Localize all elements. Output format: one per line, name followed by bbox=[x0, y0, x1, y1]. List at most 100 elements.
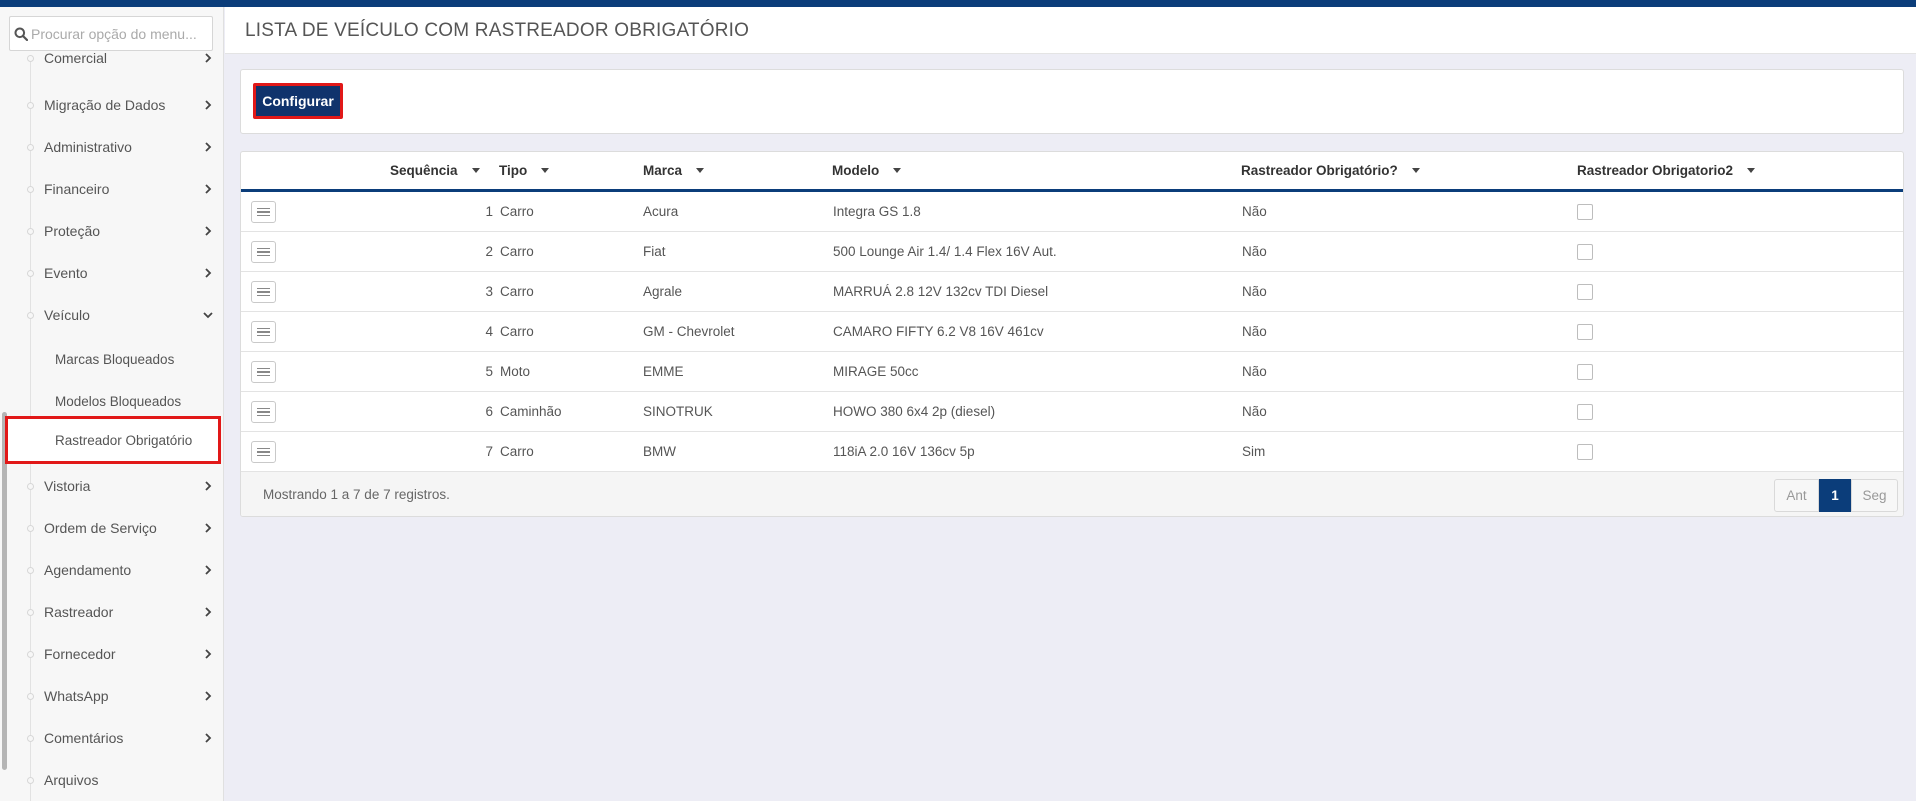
sidebar-item-comercial[interactable]: Comercial bbox=[0, 46, 223, 70]
cell-marca: EMME bbox=[643, 364, 684, 379]
chevron-right-icon bbox=[202, 225, 214, 237]
sidebar-item-comentarios[interactable]: Comentários bbox=[0, 717, 223, 759]
sidebar-item-arquivos[interactable]: Arquivos bbox=[0, 759, 223, 801]
page-1-button[interactable]: 1 bbox=[1819, 479, 1851, 512]
cell-sequencia: 1 bbox=[485, 204, 493, 219]
chevron-right-icon bbox=[202, 606, 214, 618]
col-rastreador-obrigatorio2[interactable]: Rastreador Obrigatorio2 bbox=[1577, 163, 1756, 178]
cell-marca: BMW bbox=[643, 444, 676, 459]
sidebar-item-rastreador[interactable]: Rastreador bbox=[0, 591, 223, 633]
col-label: Modelo bbox=[832, 163, 880, 178]
col-sequencia[interactable]: Sequência bbox=[390, 163, 480, 178]
row-menu-icon[interactable] bbox=[251, 401, 276, 423]
obrigatorio2-checkbox[interactable] bbox=[1577, 364, 1593, 380]
chevron-right-icon bbox=[202, 732, 214, 744]
sidebar-item-label: Administrativo bbox=[44, 139, 132, 155]
row-menu-icon[interactable] bbox=[251, 441, 276, 463]
sidebar-item-label: Comentários bbox=[44, 730, 124, 746]
sort-caret-icon bbox=[696, 168, 705, 173]
chevron-right-icon bbox=[202, 648, 214, 660]
tree-dot bbox=[27, 185, 34, 193]
sidebar-item-ordem-de-servico[interactable]: Ordem de Serviço bbox=[0, 507, 223, 549]
sidebar-item-evento[interactable]: Evento bbox=[0, 252, 223, 294]
col-modelo[interactable]: Modelo bbox=[832, 163, 902, 178]
sidebar-subitem-marcas-bloqueados[interactable]: Marcas Bloqueados bbox=[0, 339, 223, 379]
tree-dot bbox=[27, 776, 34, 784]
obrigatorio2-checkbox[interactable] bbox=[1577, 324, 1593, 340]
cell-sequencia: 3 bbox=[485, 284, 493, 299]
cell-marca: Fiat bbox=[643, 244, 666, 259]
tree-dot bbox=[27, 227, 34, 235]
tree-dot bbox=[27, 566, 34, 574]
toolbar-card: Configurar bbox=[240, 69, 1904, 134]
chevron-right-icon bbox=[202, 564, 214, 576]
chevron-right-icon bbox=[202, 183, 214, 195]
tree-dot bbox=[27, 54, 34, 62]
table-row: 2 Carro Fiat 500 Lounge Air 1.4/ 1.4 Fle… bbox=[241, 232, 1903, 272]
tree-dot bbox=[27, 650, 34, 658]
sidebar-item-protecao[interactable]: Proteção bbox=[0, 210, 223, 252]
sidebar-item-migracao[interactable]: Migração de Dados bbox=[0, 84, 223, 126]
cell-sequencia: 7 bbox=[485, 444, 493, 459]
cell-sequencia: 2 bbox=[485, 244, 493, 259]
sidebar-item-vistoria[interactable]: Vistoria bbox=[0, 465, 223, 507]
cell-tipo: Carro bbox=[500, 324, 534, 339]
sidebar-item-agendamento[interactable]: Agendamento bbox=[0, 549, 223, 591]
obrigatorio2-checkbox[interactable] bbox=[1577, 404, 1593, 420]
sidebar-item-label: WhatsApp bbox=[44, 688, 109, 704]
col-marca[interactable]: Marca bbox=[643, 163, 705, 178]
sidebar-item-veiculo[interactable]: Veículo bbox=[0, 294, 223, 336]
tree-dot bbox=[27, 101, 34, 109]
sidebar-item-label: Vistoria bbox=[44, 478, 91, 494]
cell-marca: SINOTRUK bbox=[643, 404, 713, 419]
col-tipo[interactable]: Tipo bbox=[499, 163, 550, 178]
page-title: LISTA DE VEÍCULO COM RASTREADOR OBRIGATÓ… bbox=[245, 20, 750, 41]
row-menu-icon[interactable] bbox=[251, 321, 276, 343]
row-menu-icon[interactable] bbox=[251, 281, 276, 303]
obrigatorio2-checkbox[interactable] bbox=[1577, 204, 1593, 220]
table-row: 1 Carro Acura Integra GS 1.8 Não bbox=[241, 192, 1903, 232]
obrigatorio2-checkbox[interactable] bbox=[1577, 284, 1593, 300]
row-menu-icon[interactable] bbox=[251, 201, 276, 223]
page-header: LISTA DE VEÍCULO COM RASTREADOR OBRIGATÓ… bbox=[225, 7, 1916, 54]
tree-dot bbox=[27, 311, 34, 319]
sort-caret-icon bbox=[893, 168, 902, 173]
col-label: Rastreador Obrigatório? bbox=[1241, 163, 1398, 178]
cell-modelo: MARRUÁ 2.8 12V 132cv TDI Diesel bbox=[833, 284, 1049, 299]
obrigatorio2-checkbox[interactable] bbox=[1577, 244, 1593, 260]
chevron-down-icon bbox=[202, 309, 214, 321]
table-footer: Mostrando 1 a 7 de 7 registros. Ant 1 Se… bbox=[241, 472, 1903, 516]
table-row: 7 Carro BMW 118iA 2.0 16V 136cv 5p Sim bbox=[241, 432, 1903, 472]
sidebar-item-administrativo[interactable]: Administrativo bbox=[0, 126, 223, 168]
chevron-right-icon bbox=[202, 141, 214, 153]
configure-button[interactable]: Configurar bbox=[253, 83, 343, 119]
table-row: 4 Carro GM - Chevrolet CAMARO FIFTY 6.2 … bbox=[241, 312, 1903, 352]
cell-marca: Acura bbox=[643, 204, 679, 219]
tree-dot bbox=[27, 143, 34, 151]
sidebar-item-whatsapp[interactable]: WhatsApp bbox=[0, 675, 223, 717]
sidebar-item-label: Financeiro bbox=[44, 181, 110, 197]
sidebar-item-fornecedor[interactable]: Fornecedor bbox=[0, 633, 223, 675]
sort-caret-icon bbox=[471, 168, 480, 173]
chevron-right-icon bbox=[202, 52, 214, 64]
sidebar-item-label: Evento bbox=[44, 265, 88, 281]
sidebar-subitem-rastreador-obrigatorio[interactable]: Rastreador Obrigatório bbox=[5, 416, 221, 464]
next-page-button[interactable]: Seg bbox=[1851, 479, 1898, 512]
sidebar-subitem-label: Marcas Bloqueados bbox=[55, 351, 175, 367]
cell-tipo: Carro bbox=[500, 284, 534, 299]
sidebar-item-label: Proteção bbox=[44, 223, 101, 239]
sort-caret-icon bbox=[541, 168, 550, 173]
row-menu-icon[interactable] bbox=[251, 241, 276, 263]
sidebar: Comercial Migração de Dados Administrati… bbox=[0, 7, 224, 801]
prev-page-button[interactable]: Ant bbox=[1774, 479, 1819, 512]
row-menu-icon[interactable] bbox=[251, 361, 276, 383]
sidebar-item-label: Comercial bbox=[44, 50, 108, 66]
sidebar-item-financeiro[interactable]: Financeiro bbox=[0, 168, 223, 210]
table-row: 3 Carro Agrale MARRUÁ 2.8 12V 132cv TDI … bbox=[241, 272, 1903, 312]
obrigatorio2-checkbox[interactable] bbox=[1577, 444, 1593, 460]
vehicle-table: Sequência Tipo Marca Modelo Rastreador O… bbox=[240, 151, 1904, 517]
cell-modelo: 500 Lounge Air 1.4/ 1.4 Flex 16V Aut. bbox=[833, 244, 1057, 259]
col-rastreador-obrigatorio[interactable]: Rastreador Obrigatório? bbox=[1241, 163, 1420, 178]
sidebar-subitem-modelos-bloqueados[interactable]: Modelos Bloqueados bbox=[0, 381, 223, 421]
records-info: Mostrando 1 a 7 de 7 registros. bbox=[263, 487, 450, 502]
